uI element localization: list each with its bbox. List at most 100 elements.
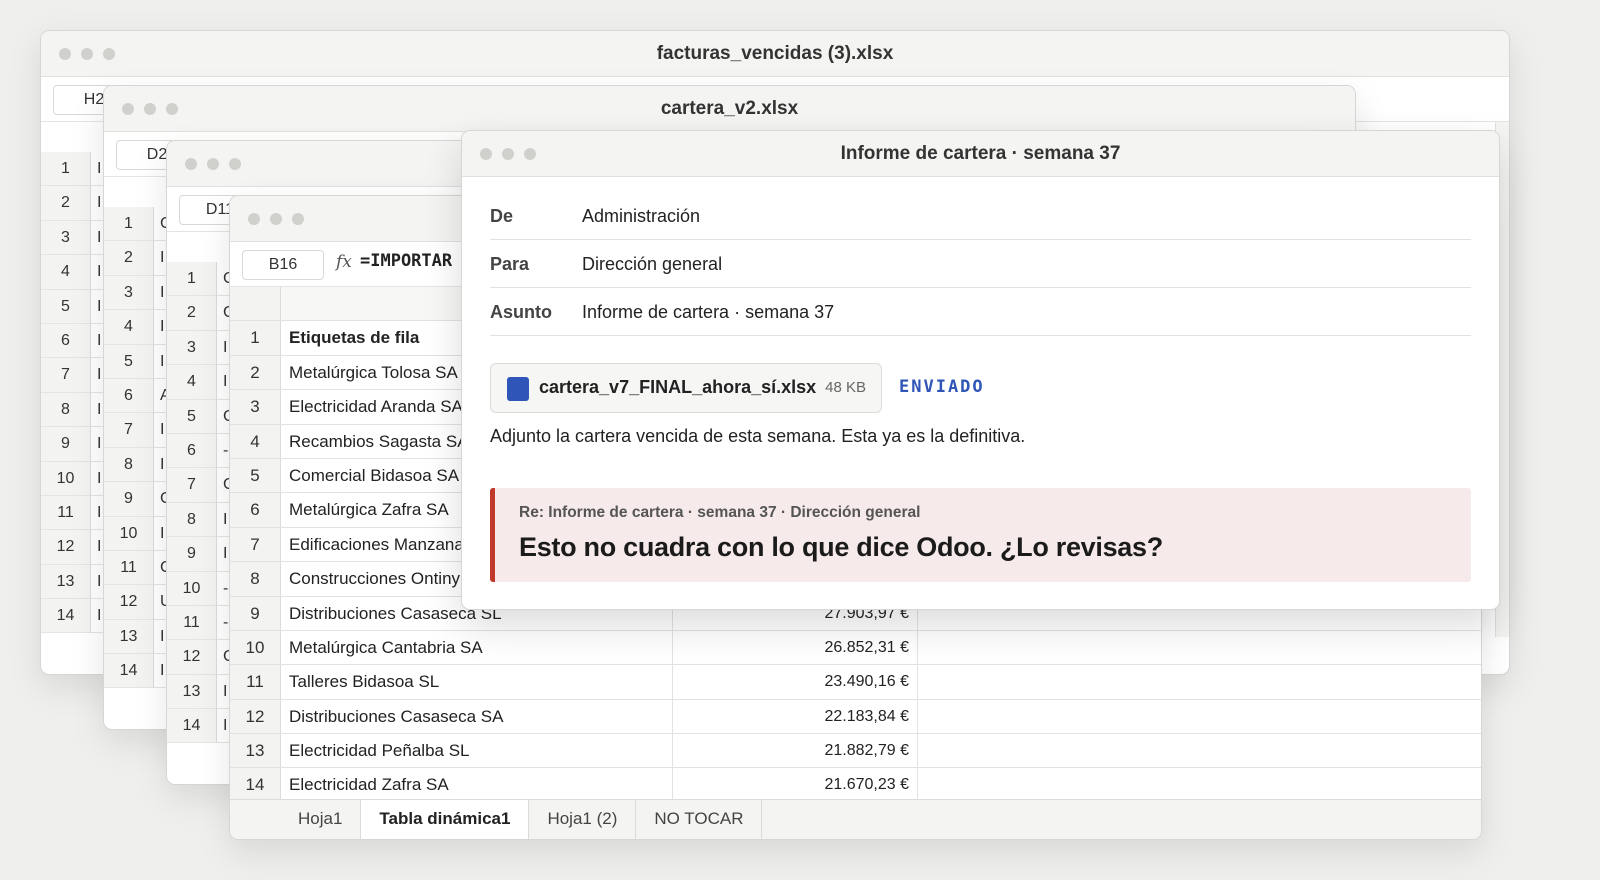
row-number[interactable]: 9 bbox=[41, 427, 90, 462]
row-label-cell[interactable]: Electricidad Peñalba SL bbox=[281, 734, 673, 768]
attachment-chip[interactable]: cartera_v7_FINAL_ahora_sí.xlsx 48 KB bbox=[490, 363, 882, 413]
empty-cell[interactable] bbox=[918, 700, 1481, 733]
row-number[interactable]: 8 bbox=[41, 393, 90, 428]
row-number[interactable]: 5 bbox=[41, 290, 90, 324]
empty-cell[interactable] bbox=[918, 768, 1481, 801]
row-number[interactable]: 14 bbox=[230, 768, 281, 802]
email-window: Informe de cartera · semana 37 De Admini… bbox=[461, 130, 1500, 610]
sheet-tab[interactable]: Tabla dinámica1 bbox=[361, 800, 530, 839]
row-number[interactable]: 14 bbox=[41, 599, 90, 634]
row-number[interactable]: 12 bbox=[230, 699, 281, 734]
row-number[interactable]: 13 bbox=[41, 565, 90, 600]
row-number[interactable]: 3 bbox=[41, 221, 90, 256]
row-number[interactable]: 6 bbox=[104, 379, 153, 414]
row-number[interactable]: 1 bbox=[167, 262, 216, 297]
empty-cell[interactable] bbox=[918, 734, 1481, 767]
row-number[interactable]: 6 bbox=[230, 493, 281, 527]
row-number[interactable]: 2 bbox=[230, 355, 281, 390]
row-number[interactable]: 9 bbox=[230, 596, 281, 630]
amount-cell[interactable]: 21.670,23 € bbox=[673, 768, 918, 802]
row-number[interactable]: 5 bbox=[167, 400, 216, 434]
close-dot[interactable] bbox=[185, 158, 197, 170]
row-number[interactable]: 5 bbox=[230, 458, 281, 493]
minimize-dot[interactable] bbox=[270, 213, 282, 225]
row-number[interactable]: 13 bbox=[230, 734, 281, 768]
row-number[interactable]: 14 bbox=[167, 709, 216, 744]
name-box[interactable]: B16 bbox=[242, 250, 324, 280]
row-number[interactable]: 13 bbox=[167, 675, 216, 710]
spreadsheet-file-icon bbox=[507, 377, 529, 401]
row-number[interactable]: 2 bbox=[104, 241, 153, 276]
row-number[interactable]: 2 bbox=[167, 296, 216, 331]
empty-cell[interactable] bbox=[918, 631, 1481, 664]
from-value: Administración bbox=[582, 206, 701, 226]
zoom-dot[interactable] bbox=[229, 158, 241, 170]
row-number[interactable]: 12 bbox=[167, 640, 216, 675]
row-number[interactable]: 4 bbox=[230, 424, 281, 458]
row-headers: 1 2 3 4 5 6 7 8 9 10 11 12 13 14 bbox=[104, 207, 154, 689]
sheet-tab[interactable]: Hoja1 bbox=[280, 800, 362, 839]
row-number[interactable]: 8 bbox=[230, 562, 281, 596]
row-number[interactable]: 6 bbox=[41, 324, 90, 359]
row-number[interactable]: 6 bbox=[167, 434, 216, 469]
row-label-cell[interactable]: Talleres Bidasoa SL bbox=[281, 665, 673, 699]
row-number[interactable]: 1 bbox=[104, 207, 153, 242]
row-number[interactable]: 11 bbox=[230, 665, 281, 699]
row-number[interactable]: 7 bbox=[167, 468, 216, 503]
window-controls[interactable] bbox=[248, 213, 304, 225]
email-window-title: Informe de cartera · semana 37 bbox=[840, 143, 1121, 164]
row-number[interactable]: 7 bbox=[230, 527, 281, 562]
amount-cell[interactable]: 21.882,79 € bbox=[673, 734, 918, 768]
row-number[interactable]: 3 bbox=[104, 276, 153, 311]
row-number[interactable]: 1 bbox=[230, 321, 281, 355]
row-label-cell[interactable]: Distribuciones Casaseca SA bbox=[281, 699, 673, 734]
minimize-dot[interactable] bbox=[207, 158, 219, 170]
from-label: De bbox=[490, 206, 514, 226]
sheet-tabs: Hoja1 Tabla dinámica1 Hoja1 (2) NO TOCAR bbox=[230, 799, 1481, 839]
row-number[interactable]: 8 bbox=[167, 503, 216, 538]
row-number[interactable]: 1 bbox=[41, 152, 90, 187]
row-number[interactable]: 12 bbox=[41, 530, 90, 565]
row-number[interactable]: 10 bbox=[167, 572, 216, 606]
row-number[interactable]: 7 bbox=[41, 358, 90, 393]
row-number[interactable]: 7 bbox=[104, 413, 153, 448]
email-body: Adjunto la cartera vencida de esta seman… bbox=[490, 426, 1026, 446]
row-label-cell[interactable]: Metalúrgica Cantabria SA bbox=[281, 630, 673, 665]
from-row: De Administración bbox=[490, 192, 1471, 240]
window-controls[interactable] bbox=[185, 158, 241, 170]
row-number[interactable]: 11 bbox=[167, 606, 216, 641]
row-number[interactable]: 10 bbox=[230, 630, 281, 665]
row-number[interactable]: 8 bbox=[104, 448, 153, 483]
row-number[interactable]: 3 bbox=[167, 331, 216, 366]
titlebar: cartera_v2.xlsx bbox=[104, 86, 1355, 132]
zoom-dot[interactable] bbox=[292, 213, 304, 225]
row-number[interactable]: 11 bbox=[104, 551, 153, 586]
empty-cell[interactable] bbox=[918, 665, 1481, 698]
sheet-tab[interactable]: Hoja1 (2) bbox=[529, 800, 637, 839]
row-number[interactable]: 10 bbox=[41, 462, 90, 496]
table-row: 10 Metalúrgica Cantabria SA 26.852,31 € bbox=[230, 630, 1481, 666]
row-number[interactable]: 9 bbox=[167, 537, 216, 572]
amount-cell[interactable]: 23.490,16 € bbox=[673, 665, 918, 699]
status-badge: ENVIADO bbox=[899, 377, 985, 397]
row-label-cell[interactable]: Electricidad Zafra SA bbox=[281, 768, 673, 802]
row-number[interactable]: 3 bbox=[230, 390, 281, 424]
row-number[interactable]: 11 bbox=[41, 496, 90, 531]
row-number[interactable]: 9 bbox=[104, 482, 153, 517]
amount-cell[interactable]: 22.183,84 € bbox=[673, 699, 918, 734]
row-number[interactable]: 13 bbox=[104, 620, 153, 655]
row-number[interactable]: 14 bbox=[104, 654, 153, 689]
row-number[interactable]: 4 bbox=[41, 255, 90, 290]
row-number[interactable]: 5 bbox=[104, 345, 153, 379]
row-number[interactable]: 10 bbox=[104, 517, 153, 551]
row-number[interactable]: 12 bbox=[104, 585, 153, 620]
sheet-tab[interactable]: NO TOCAR bbox=[636, 800, 763, 839]
row-number[interactable]: 4 bbox=[167, 365, 216, 400]
amount-cell[interactable]: 26.852,31 € bbox=[673, 630, 918, 665]
attachment-size: 48 KB bbox=[825, 379, 866, 396]
row-number[interactable]: 2 bbox=[41, 186, 90, 221]
to-value: Dirección general bbox=[582, 254, 723, 274]
row-number[interactable]: 4 bbox=[104, 310, 153, 345]
close-dot[interactable] bbox=[248, 213, 260, 225]
formula-input[interactable]: =IMPORTAR bbox=[360, 251, 452, 271]
